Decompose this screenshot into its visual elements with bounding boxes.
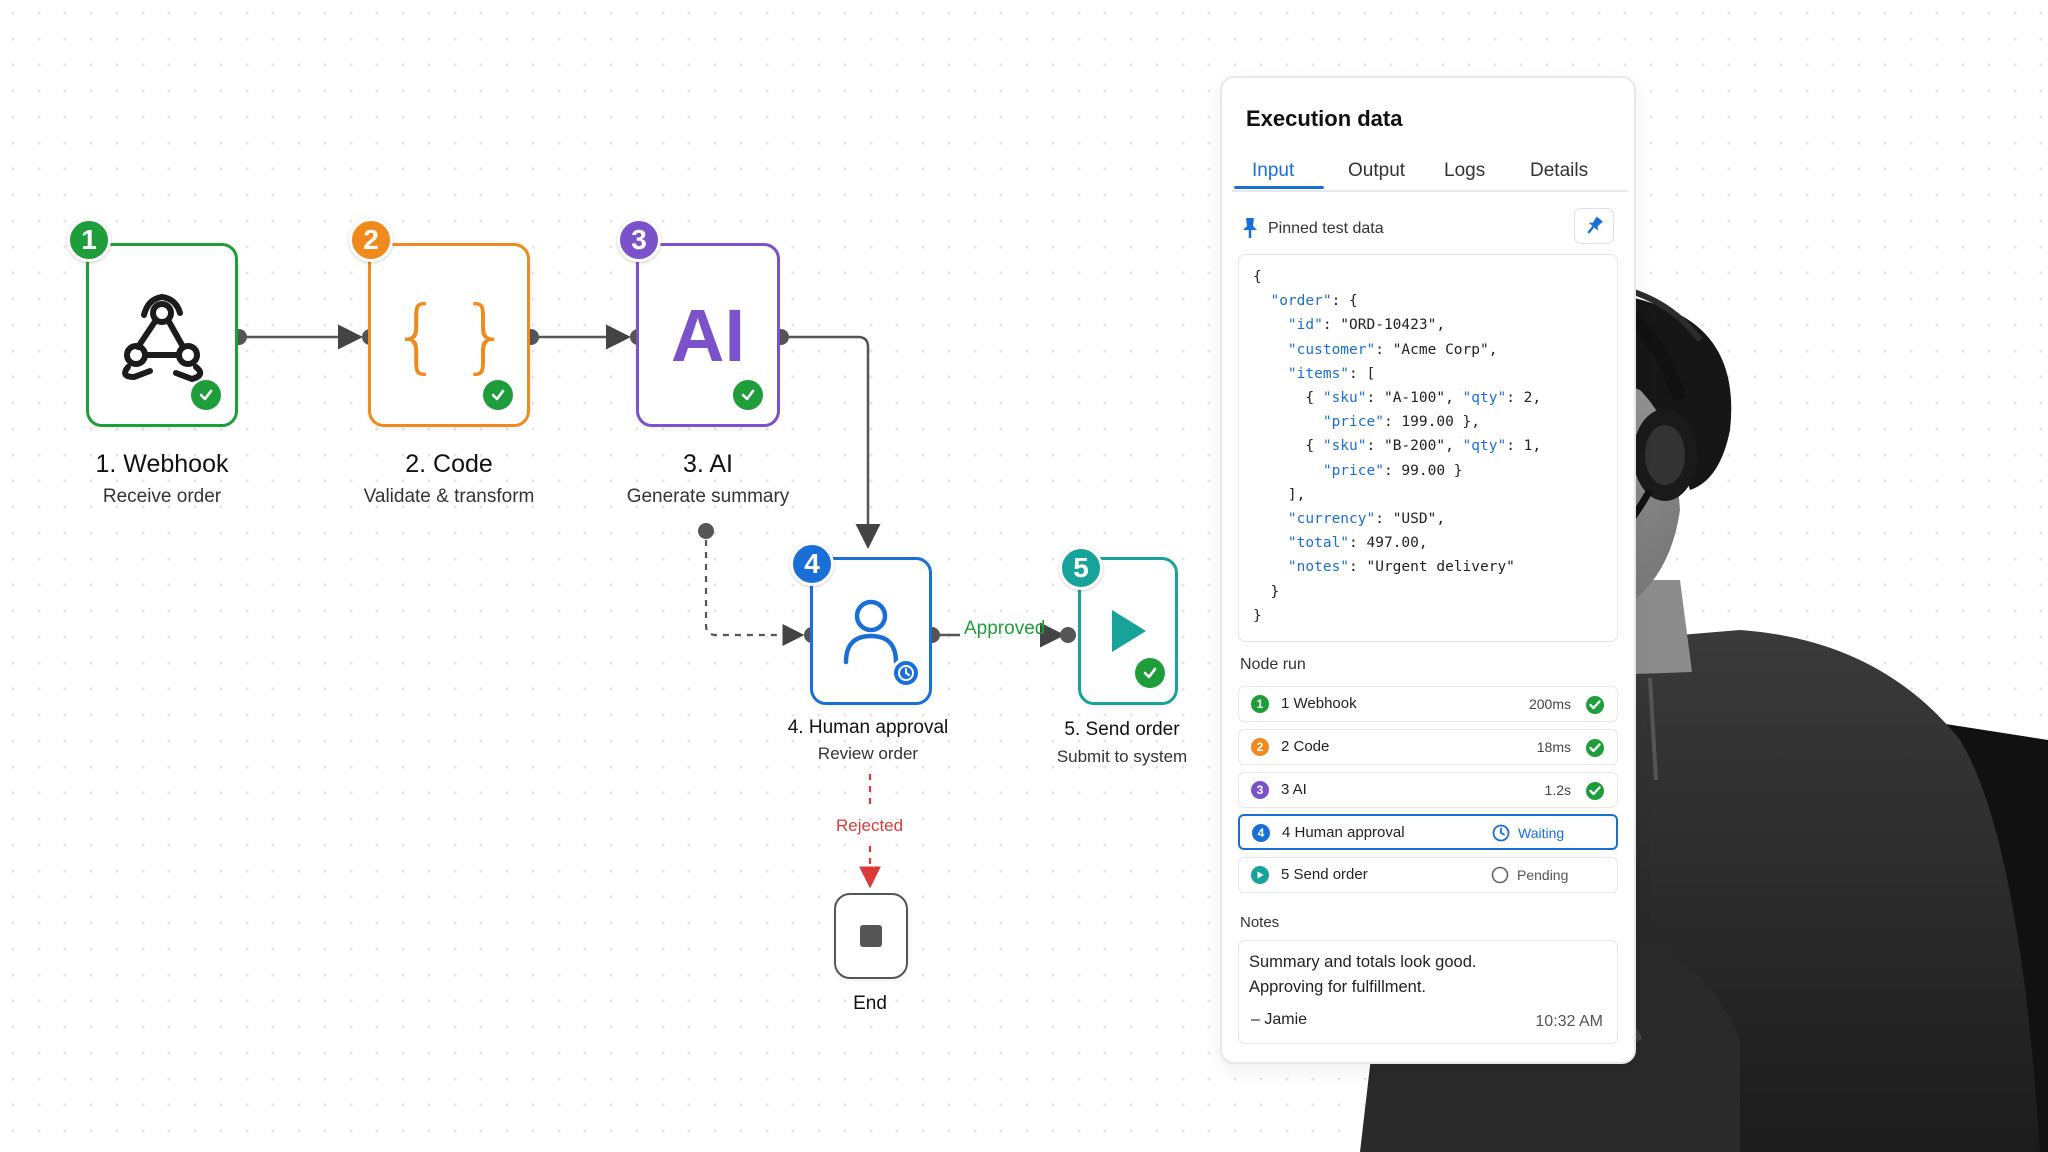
node-number-badge: 4 bbox=[1252, 824, 1270, 842]
success-check-icon bbox=[1586, 782, 1604, 800]
pinned-data-label: Pinned test data bbox=[1268, 220, 1384, 237]
node-run-row[interactable]: 3 3 AI 1.2s bbox=[1238, 772, 1618, 808]
code-braces-icon: { } bbox=[391, 288, 510, 382]
code-line: { "sku": "B-200", "qty": 1, bbox=[1253, 438, 1542, 455]
node-title: 4. Human approval bbox=[787, 717, 949, 738]
note-text-line: Approving for fulfillment. bbox=[1249, 978, 1426, 996]
user-icon bbox=[843, 599, 899, 665]
play-icon bbox=[1251, 866, 1269, 884]
node-run-row[interactable]: 2 2 Code 18ms bbox=[1238, 729, 1618, 765]
code-line: "price": 99.00 } bbox=[1322, 462, 1463, 479]
notes-field[interactable]: Summary and totals look good. Approving … bbox=[1238, 940, 1618, 1044]
success-check-icon bbox=[1586, 696, 1604, 714]
node-title: 2. Code bbox=[405, 450, 493, 478]
code-line: "items": [ bbox=[1287, 365, 1376, 382]
node-number-badge: 5 bbox=[1059, 546, 1103, 590]
node-subtitle: Validate & transform bbox=[363, 486, 535, 507]
webhook-icon bbox=[122, 293, 204, 383]
node-number-badge: 1 bbox=[1251, 695, 1269, 713]
panel-title: Execution data bbox=[1246, 106, 1403, 131]
code-line: "customer": "Acme Corp", bbox=[1287, 341, 1498, 358]
code-line: "notes": "Urgent delivery" bbox=[1287, 559, 1515, 576]
success-check-icon bbox=[483, 380, 513, 410]
tab-details[interactable]: Details bbox=[1530, 160, 1588, 182]
success-check-icon bbox=[191, 380, 221, 410]
code-line: "price": 199.00 }, bbox=[1322, 414, 1480, 431]
node-code[interactable]: { } bbox=[368, 243, 530, 427]
node-run-name: 1 Webhook bbox=[1281, 695, 1357, 712]
edge-label-approved: Approved bbox=[964, 618, 1046, 639]
node-run-status: Waiting bbox=[1518, 825, 1565, 841]
node-run-name: 5 Send order bbox=[1281, 866, 1368, 883]
tab-output[interactable]: Output bbox=[1348, 160, 1405, 182]
node-number-badge: 4 bbox=[790, 542, 834, 586]
edge-ai-approval-dashed bbox=[704, 540, 805, 646]
clock-icon bbox=[1492, 824, 1510, 842]
node-number-badge: 2 bbox=[349, 218, 393, 262]
port-ai-alt bbox=[698, 523, 714, 539]
pin-toggle-button[interactable] bbox=[1574, 208, 1614, 244]
json-input-viewer[interactable]: { "order": { "id": "ORD-10423", "custome… bbox=[1238, 254, 1618, 642]
code-line: "currency": "USD", bbox=[1287, 511, 1446, 528]
node-title: 5. Send order bbox=[1064, 719, 1180, 740]
active-tab-indicator bbox=[1234, 186, 1324, 189]
node-run-row[interactable]: 1 1 Webhook 200ms bbox=[1238, 686, 1618, 722]
success-check-icon bbox=[1135, 658, 1165, 688]
node-run-row-active[interactable]: 4 4 Human approval Waiting bbox=[1238, 814, 1618, 850]
node-subtitle: Generate summary bbox=[626, 486, 790, 507]
edge-ai-approval bbox=[781, 335, 881, 549]
node-run-row[interactable]: 5 Send order Pending bbox=[1238, 857, 1618, 893]
execution-data-panel: Execution data Input Output Logs Details… bbox=[1220, 76, 1636, 1064]
node-number-badge: 3 bbox=[1251, 781, 1269, 799]
code-line: } bbox=[1253, 607, 1262, 624]
node-run-name: 3 AI bbox=[1281, 781, 1307, 798]
node-subtitle: Receive order bbox=[102, 486, 222, 507]
node-webhook[interactable] bbox=[86, 243, 238, 427]
code-line: ], bbox=[1253, 486, 1306, 503]
node-number-badge: 3 bbox=[617, 218, 661, 262]
node-number-badge: 2 bbox=[1251, 738, 1269, 756]
tab-logs[interactable]: Logs bbox=[1444, 160, 1485, 182]
node-run-duration: 18ms bbox=[1536, 739, 1571, 755]
notes-label: Notes bbox=[1240, 914, 1280, 931]
node-number-badge: 1 bbox=[67, 218, 111, 262]
node-title: 1. Webhook bbox=[95, 450, 229, 478]
pin-icon bbox=[1243, 218, 1257, 238]
port-send-in bbox=[1060, 627, 1076, 643]
node-run-status: Pending bbox=[1517, 867, 1569, 883]
node-ai[interactable]: AI bbox=[636, 243, 780, 427]
code-line: { bbox=[1253, 269, 1262, 285]
pin-icon bbox=[1587, 216, 1603, 234]
node-run-label: Node run bbox=[1240, 656, 1306, 673]
clock-icon bbox=[891, 658, 921, 688]
edge-label-rejected: Rejected bbox=[836, 816, 904, 835]
play-icon bbox=[1112, 610, 1146, 652]
node-run-name: 2 Code bbox=[1281, 738, 1330, 755]
node-run-duration: 200ms bbox=[1528, 696, 1571, 712]
ai-icon: AI bbox=[671, 293, 745, 377]
code-line: "order": { bbox=[1270, 293, 1358, 310]
code-line: } bbox=[1253, 583, 1280, 600]
success-check-icon bbox=[733, 380, 763, 410]
node-run-duration: 1.2s bbox=[1544, 782, 1571, 798]
node-human-approval[interactable] bbox=[810, 557, 932, 705]
code-line: "id": "ORD-10423", bbox=[1287, 317, 1446, 334]
success-check-icon bbox=[1586, 739, 1604, 757]
note-author: – Jamie bbox=[1251, 1011, 1308, 1028]
node-title: End bbox=[853, 993, 887, 1014]
note-text-line: Summary and totals look good. bbox=[1249, 953, 1477, 971]
node-run-name: 4 Human approval bbox=[1282, 824, 1405, 841]
tab-input[interactable]: Input bbox=[1252, 160, 1294, 182]
note-timestamp: 10:32 AM bbox=[1535, 1013, 1603, 1030]
pending-circle-icon bbox=[1491, 866, 1509, 884]
node-subtitle: Submit to system bbox=[1056, 747, 1188, 766]
code-line: { "sku": "A-100", "qty": 2, bbox=[1253, 390, 1542, 407]
node-end[interactable] bbox=[834, 893, 908, 979]
node-title: 3. AI bbox=[682, 450, 734, 478]
stop-icon bbox=[860, 925, 882, 947]
code-line: "total": 497.00, bbox=[1287, 535, 1428, 552]
workflow-connections bbox=[231, 324, 1076, 889]
node-subtitle: Review order bbox=[817, 744, 919, 763]
